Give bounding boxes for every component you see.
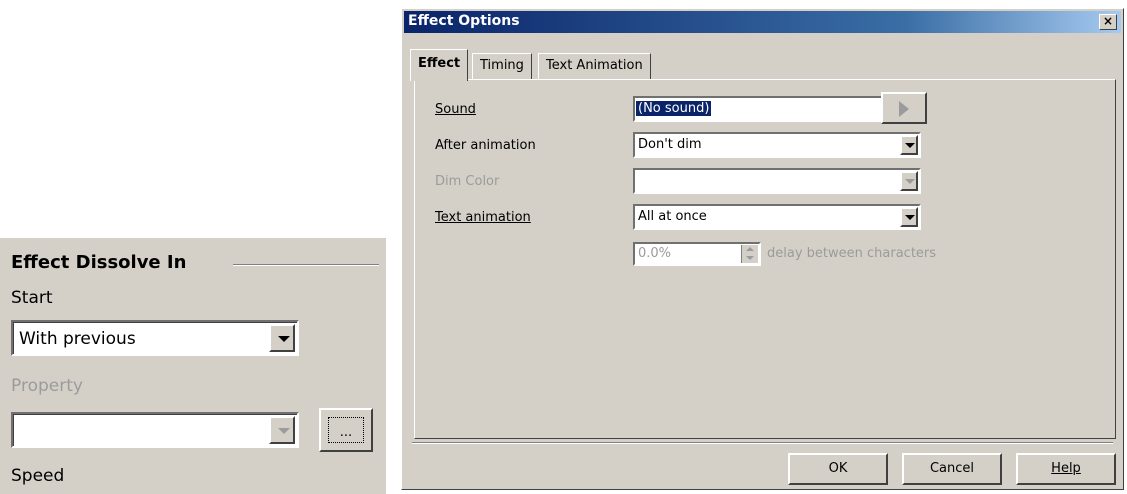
- dim-color-label: Dim Color: [435, 174, 500, 189]
- property-options-label: ...: [328, 417, 364, 443]
- effect-options-dialog: Effect Options × Effect Timing Text Anim…: [401, 8, 1124, 490]
- property-options-button[interactable]: ...: [319, 408, 373, 452]
- delay-value: 0.0%: [638, 246, 672, 261]
- chevron-down-icon[interactable]: [900, 207, 918, 227]
- title-divider: [233, 264, 379, 266]
- start-dropdown-value: With previous: [19, 329, 136, 349]
- ok-button[interactable]: OK: [788, 453, 888, 485]
- speed-label: Speed: [11, 466, 65, 486]
- close-icon[interactable]: ×: [1099, 14, 1117, 30]
- delay-suffix-label: delay between characters: [767, 246, 937, 261]
- sound-label: Sound: [435, 102, 476, 117]
- play-icon[interactable]: [881, 92, 927, 124]
- chevron-down-icon[interactable]: [269, 324, 295, 352]
- dialog-title: Effect Options: [408, 13, 520, 29]
- effect-sidebar-panel: Effect Dissolve In Start With previous P…: [0, 238, 386, 494]
- effect-title: Effect Dissolve In: [11, 252, 187, 273]
- sound-dropdown[interactable]: (No sound): [633, 96, 921, 122]
- property-dropdown[interactable]: [11, 412, 299, 448]
- dialog-titlebar[interactable]: Effect Options ×: [404, 11, 1121, 33]
- text-animation-value: All at once: [638, 209, 707, 224]
- text-animation-dropdown[interactable]: All at once: [633, 204, 921, 230]
- delay-spinbox[interactable]: 0.0%: [633, 242, 761, 266]
- chevron-down-icon[interactable]: [900, 171, 918, 191]
- property-label: Property: [11, 376, 83, 396]
- tab-text-animation[interactable]: Text Animation: [538, 53, 651, 79]
- after-animation-label: After animation: [435, 138, 536, 153]
- dim-color-dropdown[interactable]: [633, 168, 921, 194]
- chevron-down-icon[interactable]: [269, 416, 295, 444]
- text-animation-label: Text animation: [435, 210, 531, 225]
- start-label: Start: [11, 288, 53, 308]
- tab-timing[interactable]: Timing: [472, 53, 532, 79]
- cancel-button[interactable]: Cancel: [902, 453, 1002, 485]
- help-button[interactable]: Help: [1016, 453, 1116, 485]
- effect-tab-panel: Sound (No sound) After animation Don't d…: [414, 79, 1116, 439]
- after-animation-dropdown[interactable]: Don't dim: [633, 132, 921, 158]
- button-row-divider: [412, 442, 1113, 444]
- chevron-down-icon[interactable]: [900, 135, 918, 155]
- after-animation-value: Don't dim: [638, 137, 702, 152]
- tab-effect[interactable]: Effect: [410, 49, 469, 81]
- spin-arrows-icon[interactable]: [741, 245, 758, 263]
- sound-dropdown-value: (No sound): [636, 101, 712, 116]
- start-dropdown[interactable]: With previous: [11, 320, 299, 356]
